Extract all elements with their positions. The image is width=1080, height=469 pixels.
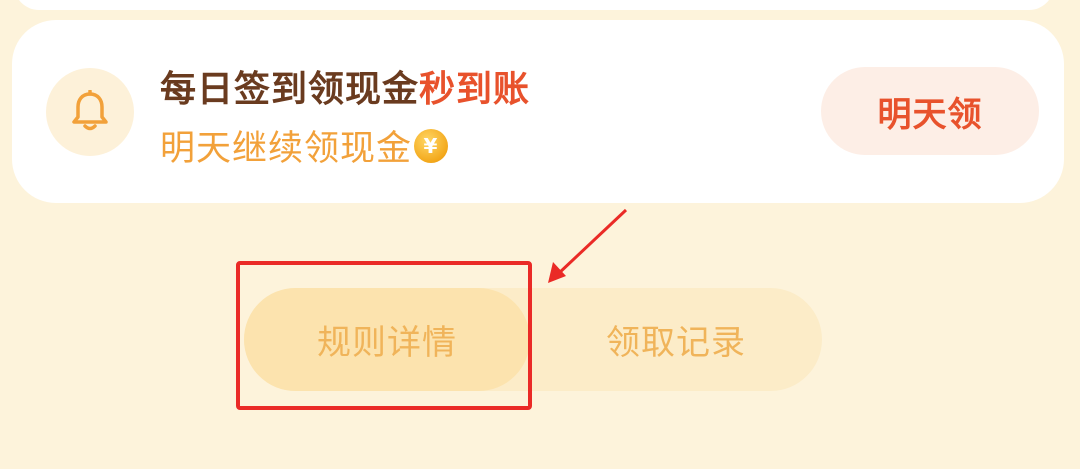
coin-icon: ¥: [414, 128, 449, 163]
bell-icon-container: [46, 68, 134, 156]
checkin-subtitle: 明天继续领现金 ¥: [160, 120, 449, 171]
checkin-subtitle-text: 明天继续领现金: [160, 129, 413, 169]
claim-tomorrow-button[interactable]: 明天领: [821, 67, 1039, 155]
checkin-title: 每日签到领现金秒到账: [160, 60, 530, 112]
previous-card: [14, 0, 1054, 10]
daily-checkin-card: 每日签到领现金秒到账 明天继续领现金 ¥ 明天领: [12, 20, 1064, 203]
checkin-title-highlight: 秒到账: [419, 69, 531, 110]
bottom-tab-group: 规则详情 领取记录: [244, 288, 822, 391]
tab-rules-details[interactable]: 规则详情: [244, 288, 530, 391]
bell-icon: [72, 90, 108, 131]
checkin-title-main: 每日签到领现金: [160, 69, 420, 110]
tab-claim-records[interactable]: 领取记录: [530, 288, 822, 391]
